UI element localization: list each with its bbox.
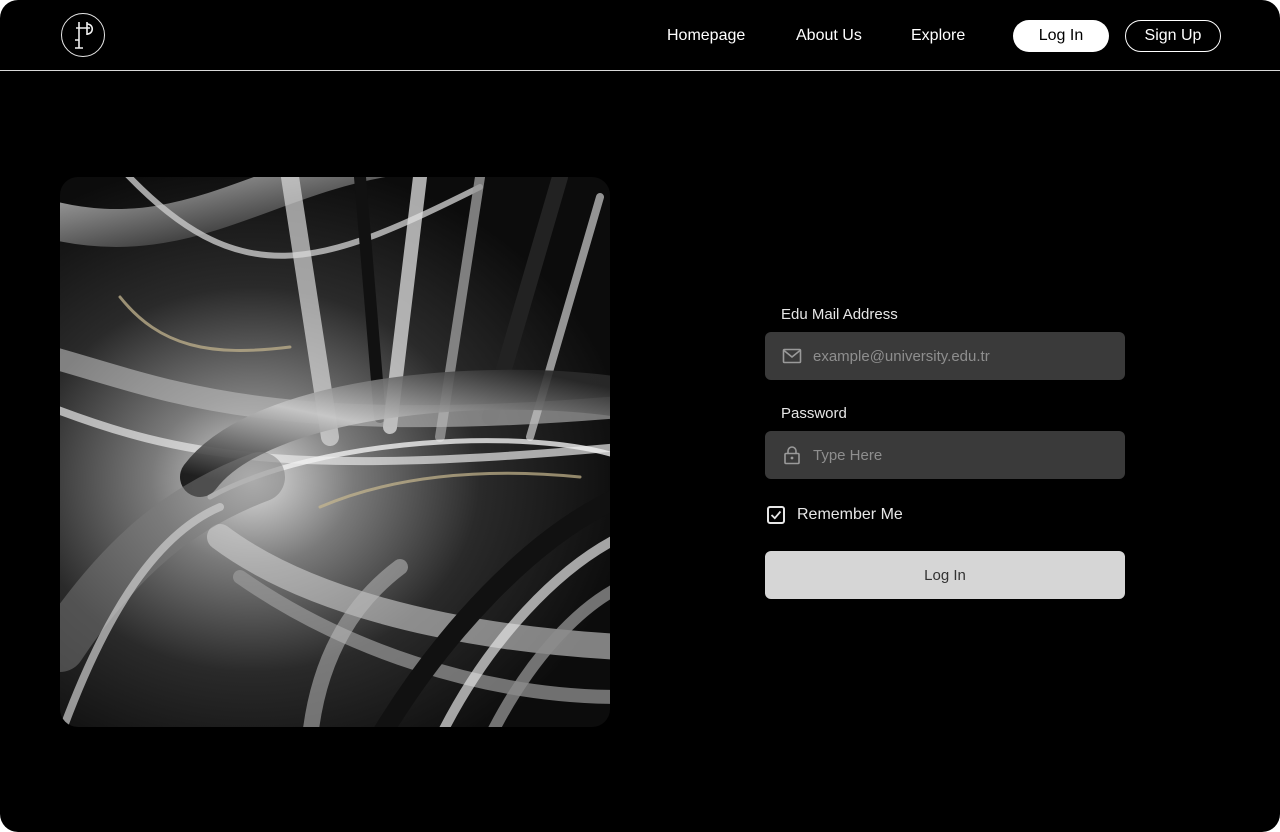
abstract-glass-swirl-image <box>60 177 610 727</box>
password-input[interactable] <box>813 431 1113 479</box>
nav-explore[interactable]: Explore <box>911 26 965 46</box>
app-frame: Homepage About Us Explore Log In Sign Up <box>0 0 1280 832</box>
email-field-container[interactable] <box>765 332 1125 380</box>
email-input[interactable] <box>813 332 1113 380</box>
pi-monogram-icon <box>75 22 94 49</box>
header-signup-button[interactable]: Sign Up <box>1125 20 1221 52</box>
remember-me-label: Remember Me <box>797 506 903 523</box>
logo[interactable] <box>61 13 105 57</box>
nav-about-us[interactable]: About Us <box>796 26 862 46</box>
top-navbar: Homepage About Us Explore Log In Sign Up <box>0 0 1280 71</box>
lock-icon <box>784 446 800 465</box>
remember-me-checkbox[interactable] <box>767 506 785 524</box>
nav-homepage[interactable]: Homepage <box>667 26 745 46</box>
password-field-container[interactable] <box>765 431 1125 479</box>
header-login-button[interactable]: Log In <box>1013 20 1109 52</box>
checkmark-icon <box>770 510 782 520</box>
mail-icon <box>782 348 802 364</box>
hero-image <box>60 177 610 727</box>
password-label: Password <box>781 405 847 422</box>
remember-me-toggle[interactable]: Remember Me <box>767 505 903 525</box>
login-submit-button[interactable]: Log In <box>765 551 1125 599</box>
email-label: Edu Mail Address <box>781 306 898 323</box>
